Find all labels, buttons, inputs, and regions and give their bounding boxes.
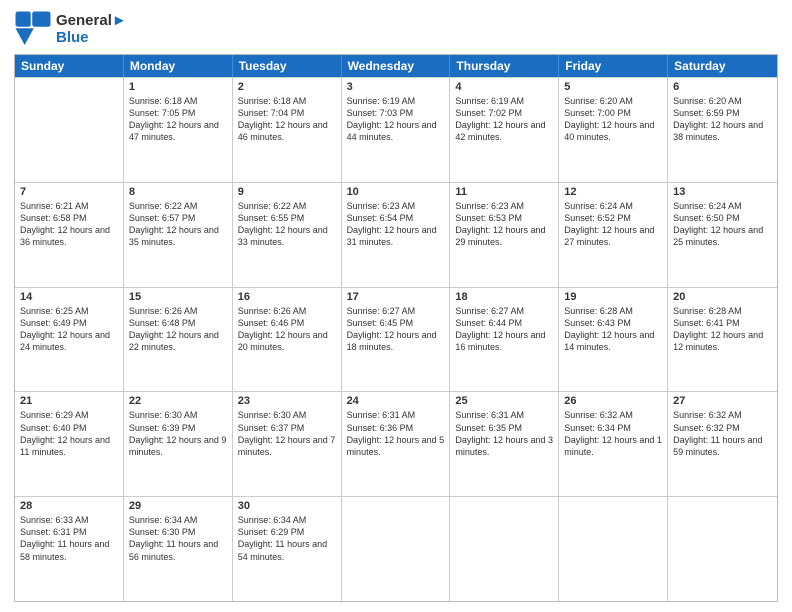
day-10: 10Sunrise: 6:23 AMSunset: 6:54 PMDayligh… [342,183,451,287]
header-wednesday: Wednesday [342,55,451,77]
day-27: 27Sunrise: 6:32 AMSunset: 6:32 PMDayligh… [668,392,777,496]
day-12: 12Sunrise: 6:24 AMSunset: 6:52 PMDayligh… [559,183,668,287]
day-4: 4Sunrise: 6:19 AMSunset: 7:02 PMDaylight… [450,78,559,182]
day-18: 18Sunrise: 6:27 AMSunset: 6:44 PMDayligh… [450,288,559,392]
header-saturday: Saturday [668,55,777,77]
day-20: 20Sunrise: 6:28 AMSunset: 6:41 PMDayligh… [668,288,777,392]
week-2: 7Sunrise: 6:21 AMSunset: 6:58 PMDaylight… [15,182,777,287]
calendar-header: SundayMondayTuesdayWednesdayThursdayFrid… [15,55,777,77]
empty-cell [450,497,559,601]
day-8: 8Sunrise: 6:22 AMSunset: 6:57 PMDaylight… [124,183,233,287]
day-23: 23Sunrise: 6:30 AMSunset: 6:37 PMDayligh… [233,392,342,496]
day-3: 3Sunrise: 6:19 AMSunset: 7:03 PMDaylight… [342,78,451,182]
day-26: 26Sunrise: 6:32 AMSunset: 6:34 PMDayligh… [559,392,668,496]
week-4: 21Sunrise: 6:29 AMSunset: 6:40 PMDayligh… [15,391,777,496]
day-16: 16Sunrise: 6:26 AMSunset: 6:46 PMDayligh… [233,288,342,392]
day-7: 7Sunrise: 6:21 AMSunset: 6:58 PMDaylight… [15,183,124,287]
header: General► Blue [14,10,778,48]
day-5: 5Sunrise: 6:20 AMSunset: 7:00 PMDaylight… [559,78,668,182]
day-24: 24Sunrise: 6:31 AMSunset: 6:36 PMDayligh… [342,392,451,496]
header-thursday: Thursday [450,55,559,77]
week-1: 1Sunrise: 6:18 AMSunset: 7:05 PMDaylight… [15,77,777,182]
logo-svg [14,10,52,48]
week-5: 28Sunrise: 6:33 AMSunset: 6:31 PMDayligh… [15,496,777,601]
day-11: 11Sunrise: 6:23 AMSunset: 6:53 PMDayligh… [450,183,559,287]
header-sunday: Sunday [15,55,124,77]
calendar-body: 1Sunrise: 6:18 AMSunset: 7:05 PMDaylight… [15,77,777,601]
day-14: 14Sunrise: 6:25 AMSunset: 6:49 PMDayligh… [15,288,124,392]
week-3: 14Sunrise: 6:25 AMSunset: 6:49 PMDayligh… [15,287,777,392]
empty-cell [15,78,124,182]
day-25: 25Sunrise: 6:31 AMSunset: 6:35 PMDayligh… [450,392,559,496]
empty-cell [342,497,451,601]
day-15: 15Sunrise: 6:26 AMSunset: 6:48 PMDayligh… [124,288,233,392]
day-22: 22Sunrise: 6:30 AMSunset: 6:39 PMDayligh… [124,392,233,496]
day-28: 28Sunrise: 6:33 AMSunset: 6:31 PMDayligh… [15,497,124,601]
day-13: 13Sunrise: 6:24 AMSunset: 6:50 PMDayligh… [668,183,777,287]
page: General► Blue SundayMondayTuesdayWednesd… [0,0,792,612]
logo: General► Blue [14,10,127,48]
header-friday: Friday [559,55,668,77]
day-29: 29Sunrise: 6:34 AMSunset: 6:30 PMDayligh… [124,497,233,601]
header-tuesday: Tuesday [233,55,342,77]
day-19: 19Sunrise: 6:28 AMSunset: 6:43 PMDayligh… [559,288,668,392]
day-17: 17Sunrise: 6:27 AMSunset: 6:45 PMDayligh… [342,288,451,392]
day-2: 2Sunrise: 6:18 AMSunset: 7:04 PMDaylight… [233,78,342,182]
day-9: 9Sunrise: 6:22 AMSunset: 6:55 PMDaylight… [233,183,342,287]
day-21: 21Sunrise: 6:29 AMSunset: 6:40 PMDayligh… [15,392,124,496]
day-30: 30Sunrise: 6:34 AMSunset: 6:29 PMDayligh… [233,497,342,601]
day-1: 1Sunrise: 6:18 AMSunset: 7:05 PMDaylight… [124,78,233,182]
header-monday: Monday [124,55,233,77]
day-6: 6Sunrise: 6:20 AMSunset: 6:59 PMDaylight… [668,78,777,182]
empty-cell [559,497,668,601]
calendar: SundayMondayTuesdayWednesdayThursdayFrid… [14,54,778,602]
empty-cell [668,497,777,601]
